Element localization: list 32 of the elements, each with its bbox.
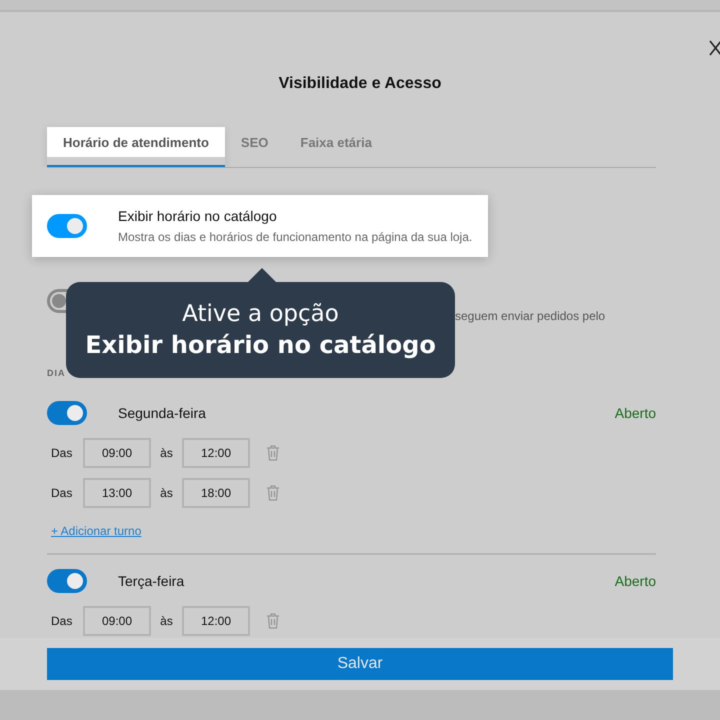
trash-icon[interactable]	[266, 613, 280, 629]
time-field[interactable]: 12:00	[182, 606, 250, 636]
section-label: DIA	[47, 368, 66, 378]
dialog-title: Visibilidade e Acesso	[278, 74, 442, 94]
from-label: Das	[50, 446, 74, 460]
option-description: Mostra os dias e horários de funcionamento na página da sua loja.	[118, 230, 472, 244]
from-label: Das	[50, 614, 74, 628]
toggle-switch[interactable]	[47, 569, 87, 593]
option-label: Exibir horário no catálogo	[118, 208, 278, 224]
to-label: às	[159, 446, 174, 460]
option-description: seguem enviar pedidos pelo	[455, 309, 606, 323]
to-label: às	[159, 614, 174, 628]
toggle-switch[interactable]	[47, 401, 87, 425]
toggle-switch[interactable]	[47, 214, 87, 238]
to-label: às	[159, 486, 174, 500]
tooltip-title: Exibir horário no catálogo	[85, 330, 436, 361]
close-icon[interactable]	[709, 40, 720, 56]
trash-icon[interactable]	[266, 445, 280, 461]
time-field[interactable]: 12:00	[182, 438, 250, 468]
day-name: Terça-feira	[118, 573, 184, 589]
tooltip-text: Ative a opção	[182, 300, 339, 329]
time-field[interactable]: 09:00	[83, 606, 151, 636]
trash-icon[interactable]	[266, 485, 280, 501]
from-label: Das	[50, 486, 74, 500]
time-field[interactable]: 13:00	[83, 478, 151, 508]
tab[interactable]: Horário de atendimento	[47, 127, 225, 167]
time-field[interactable]: 18:00	[182, 478, 250, 508]
day-status: Aberto	[614, 573, 656, 589]
save-button[interactable]: Salvar	[47, 648, 673, 680]
day-status: Aberto	[614, 405, 656, 421]
day-name: Segunda-feira	[118, 405, 206, 421]
time-field[interactable]: 09:00	[83, 438, 151, 468]
